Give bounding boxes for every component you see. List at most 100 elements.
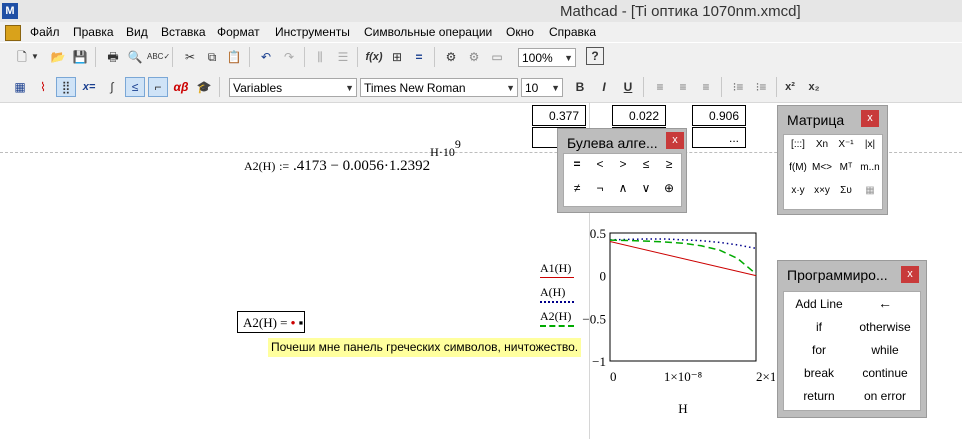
close-icon[interactable]: x <box>901 266 919 283</box>
or-button[interactable]: ∨ <box>636 181 656 195</box>
print-preview-icon[interactable]: 🔍 <box>125 47 145 67</box>
menu-view[interactable]: Вид <box>126 25 148 39</box>
picture-button[interactable]: ▦ <box>859 185 881 196</box>
component-icon[interactable]: ▭ <box>487 47 507 67</box>
calculate-icon[interactable]: ⚙ <box>441 47 461 67</box>
continue-button[interactable]: continue <box>852 366 918 380</box>
underline-button[interactable]: U <box>618 77 638 97</box>
matrix-toolbar-icon[interactable]: ⣿ <box>56 77 76 97</box>
new-dropdown-icon[interactable]: ▼ <box>30 47 40 67</box>
xor-button[interactable]: ⊕ <box>659 181 679 195</box>
if-button[interactable]: if <box>786 320 852 334</box>
menu-edit[interactable]: Правка <box>73 25 114 39</box>
subscript-button[interactable]: x₂ <box>804 77 824 97</box>
table-cell[interactable]: 0.022 <box>612 105 666 126</box>
add-line-button[interactable]: Add Line <box>786 297 852 311</box>
greater-than-button[interactable]: > <box>613 157 633 171</box>
bold-button[interactable]: B <box>570 77 590 97</box>
matrix-inverse-button[interactable]: X⁻¹ <box>835 139 857 150</box>
paste-icon[interactable]: 📋 <box>224 47 244 67</box>
not-equal-button[interactable]: ≠ <box>567 181 587 195</box>
greek-icon[interactable]: αβ <box>171 77 191 97</box>
table-cell[interactable]: ... <box>692 127 746 148</box>
formula-definition[interactable]: A2(H) := .4173 − 0.0056·1.2392H·109 <box>244 137 461 175</box>
mathcad-doc-icon[interactable] <box>5 25 21 41</box>
print-icon[interactable]: 🖶 <box>103 47 123 67</box>
boolean-toolbar-panel[interactable]: Булева алге... x = < > ≤ ≥ ≠ ¬ ∧ ∨ ⊕ <box>557 128 687 213</box>
cross-product-button[interactable]: x×y <box>811 185 833 196</box>
numbering-icon[interactable]: ⁝≡ <box>751 77 771 97</box>
insert-function-icon[interactable]: f(x) <box>364 47 384 67</box>
align-vertical-icon[interactable]: ⫼ <box>310 47 330 67</box>
calculate-all-icon[interactable]: ⚙ <box>464 47 484 67</box>
result-placeholder[interactable]: ▪ <box>299 315 304 330</box>
open-icon[interactable]: 📂 <box>48 47 68 67</box>
menu-help[interactable]: Справка <box>549 25 596 39</box>
matrix-insert-button[interactable]: [:::] <box>787 139 809 150</box>
not-button[interactable]: ¬ <box>590 181 610 195</box>
menu-symbolics[interactable]: Символьные операции <box>364 25 492 39</box>
menu-window[interactable]: Окно <box>506 25 534 39</box>
evaluation-region[interactable]: A2(H) = • ▪ <box>237 311 305 333</box>
range-variable-button[interactable]: m..n <box>859 162 881 173</box>
return-button[interactable]: return <box>786 389 852 403</box>
and-button[interactable]: ∧ <box>613 181 633 195</box>
align-right-icon[interactable]: ≡ <box>696 77 716 97</box>
graph-icon[interactable]: ⌇ <box>33 77 53 97</box>
less-than-button[interactable]: < <box>590 157 610 171</box>
menu-format[interactable]: Формат <box>217 25 260 39</box>
vectorize-button[interactable]: f(M) <box>787 162 809 173</box>
redo-icon[interactable]: ↷ <box>279 47 299 67</box>
superscript-button[interactable]: x² <box>780 77 800 97</box>
cut-icon[interactable]: ✂ <box>180 47 200 67</box>
size-select[interactable]: 10 ▼ <box>521 78 563 97</box>
style-select[interactable]: Variables ▼ <box>229 78 357 97</box>
menu-file[interactable]: Файл <box>30 25 60 39</box>
programming-toolbar-panel[interactable]: Программиро... x Add Line ← if otherwise… <box>777 260 927 418</box>
zoom-select[interactable]: 100% ▼ <box>518 48 576 67</box>
calculator-icon[interactable]: ▦ <box>10 77 30 97</box>
menu-tools[interactable]: Инструменты <box>275 25 350 39</box>
close-icon[interactable]: x <box>666 132 684 149</box>
programming-icon[interactable]: ⌐ <box>148 77 168 97</box>
transpose-button[interactable]: Mᵀ <box>835 162 857 173</box>
dot-product-button[interactable]: x·y <box>787 185 809 196</box>
while-button[interactable]: while <box>852 343 918 357</box>
for-button[interactable]: for <box>786 343 852 357</box>
align-left-icon[interactable]: ≡ <box>650 77 670 97</box>
align-center-icon[interactable]: ≡ <box>673 77 693 97</box>
copy-icon[interactable]: ⧉ <box>202 47 222 67</box>
font-select[interactable]: Times New Roman ▼ <box>360 78 518 97</box>
mathcad-app-icon[interactable]: M <box>2 3 18 19</box>
help-icon[interactable]: ? <box>586 47 604 65</box>
menu-insert[interactable]: Вставка <box>161 25 206 39</box>
on-error-button[interactable]: on error <box>852 389 918 403</box>
new-icon[interactable]: 🗋 <box>12 47 32 67</box>
boolean-icon[interactable]: ≤ <box>125 77 145 97</box>
determinant-button[interactable]: |x| <box>859 139 881 150</box>
table-cell[interactable]: 0.377 <box>532 105 586 126</box>
matrix-subscript-button[interactable]: Xn <box>811 139 833 150</box>
table-cell[interactable]: 0.906 <box>692 105 746 126</box>
local-assign-button[interactable]: ← <box>852 295 918 311</box>
evaluation-icon[interactable]: x= <box>79 77 99 97</box>
save-icon[interactable]: 💾 <box>70 47 90 67</box>
greater-equal-button[interactable]: ≥ <box>659 157 679 171</box>
spell-check-icon[interactable]: ABC✓ <box>147 47 170 67</box>
equals-icon[interactable]: = <box>409 47 429 67</box>
insert-unit-icon[interactable]: ⊞ <box>387 47 407 67</box>
italic-button[interactable]: I <box>594 77 614 97</box>
matrix-column-button[interactable]: M<> <box>811 162 833 173</box>
calculus-icon[interactable]: ∫ <box>102 77 122 97</box>
symbolic-icon[interactable]: 🎓 <box>194 77 214 97</box>
undo-icon[interactable]: ↶ <box>256 47 276 67</box>
align-horizontal-icon[interactable]: ☰ <box>333 47 353 67</box>
otherwise-button[interactable]: otherwise <box>852 320 918 334</box>
vector-sum-button[interactable]: Συ <box>835 185 857 196</box>
break-button[interactable]: break <box>786 366 852 380</box>
matrix-toolbar-panel[interactable]: Матрица x [:::] Xn X⁻¹ |x| f(M) M<> Mᵀ m… <box>777 105 888 215</box>
bullets-icon[interactable]: ⁝≡ <box>728 77 748 97</box>
less-equal-button[interactable]: ≤ <box>636 157 656 171</box>
close-icon[interactable]: x <box>861 110 879 127</box>
equal-button[interactable]: = <box>567 157 587 171</box>
